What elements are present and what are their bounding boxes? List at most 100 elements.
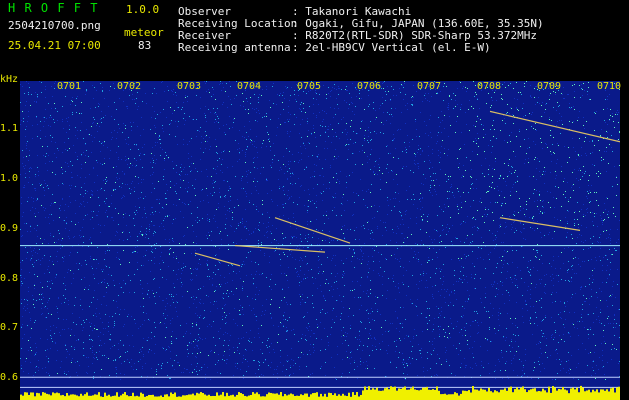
noise-pixel bbox=[219, 248, 220, 249]
noise-pixel bbox=[447, 191, 448, 192]
noise-pixel bbox=[145, 213, 146, 214]
noise-pixel bbox=[83, 342, 84, 343]
noise-pixel bbox=[304, 274, 305, 275]
noise-pixel bbox=[375, 346, 376, 347]
noise-pixel bbox=[277, 94, 278, 95]
noise-pixel bbox=[380, 220, 381, 221]
noise-pixel bbox=[186, 323, 187, 324]
noise-pixel bbox=[475, 363, 476, 364]
noise-pixel bbox=[558, 106, 559, 107]
noise-pixel bbox=[528, 162, 529, 163]
noise-pixel bbox=[129, 362, 130, 363]
noise-pixel bbox=[172, 161, 173, 162]
noise-pixel bbox=[114, 189, 115, 190]
noise-pixel bbox=[588, 338, 589, 339]
noise-pixel bbox=[461, 266, 462, 267]
noise-pixel bbox=[569, 312, 570, 313]
noise-pixel bbox=[344, 225, 345, 226]
noise-pixel bbox=[602, 360, 603, 361]
noise-pixel bbox=[306, 327, 307, 328]
noise-pixel bbox=[52, 96, 53, 97]
noise-pixel bbox=[48, 373, 49, 374]
noise-pixel bbox=[149, 231, 150, 232]
noise-pixel bbox=[132, 165, 133, 166]
noise-pixel bbox=[265, 359, 266, 360]
noise-pixel bbox=[146, 217, 147, 218]
noise-pixel bbox=[204, 81, 205, 82]
noise-pixel bbox=[162, 207, 163, 208]
noise-pixel bbox=[316, 338, 317, 339]
noise-pixel bbox=[210, 146, 211, 147]
noise-pixel bbox=[433, 173, 434, 174]
noise-pixel bbox=[157, 114, 158, 115]
noise-pixel bbox=[242, 362, 243, 363]
noise-pixel bbox=[336, 379, 337, 380]
noise-pixel bbox=[197, 345, 198, 346]
noise-pixel bbox=[99, 141, 100, 142]
noise-pixel bbox=[134, 187, 135, 188]
noise-pixel bbox=[243, 261, 244, 262]
noise-pixel bbox=[154, 231, 155, 232]
noise-pixel bbox=[205, 131, 206, 132]
noise-pixel bbox=[475, 138, 476, 139]
noise-pixel bbox=[382, 173, 383, 174]
noise-pixel bbox=[542, 320, 543, 321]
noise-pixel bbox=[418, 288, 419, 289]
noise-pixel bbox=[433, 350, 434, 351]
noise-pixel bbox=[368, 296, 369, 297]
noise-pixel bbox=[295, 363, 296, 364]
noise-pixel bbox=[301, 153, 302, 154]
noise-pixel bbox=[193, 341, 194, 342]
noise-pixel bbox=[161, 368, 162, 369]
noise-pixel bbox=[461, 202, 462, 203]
noise-pixel bbox=[241, 266, 242, 267]
noise-pixel bbox=[360, 128, 361, 129]
noise-pixel bbox=[362, 256, 363, 257]
noise-pixel bbox=[173, 283, 174, 284]
noise-pixel bbox=[234, 352, 235, 353]
noise-pixel bbox=[266, 86, 267, 87]
noise-pixel bbox=[537, 325, 538, 326]
noise-pixel bbox=[170, 181, 171, 182]
noise-pixel bbox=[193, 303, 194, 304]
noise-pixel bbox=[30, 231, 31, 232]
noise-pixel bbox=[29, 150, 30, 151]
noise-pixel bbox=[129, 188, 130, 189]
noise-pixel bbox=[287, 179, 288, 180]
noise-pixel bbox=[50, 256, 51, 257]
noise-pixel bbox=[556, 292, 557, 293]
noise-pixel bbox=[241, 188, 242, 189]
noise-pixel bbox=[254, 337, 255, 338]
noise-pixel bbox=[506, 278, 507, 279]
noise-pixel bbox=[308, 323, 309, 324]
noise-pixel bbox=[379, 170, 380, 171]
noise-pixel bbox=[472, 251, 473, 252]
noise-pixel bbox=[211, 240, 212, 241]
noise-pixel bbox=[603, 109, 604, 110]
noise-pixel bbox=[325, 126, 326, 127]
noise-pixel bbox=[439, 336, 440, 337]
noise-pixel bbox=[535, 312, 536, 313]
noise-pixel bbox=[359, 339, 360, 340]
noise-pixel bbox=[271, 274, 272, 275]
noise-pixel bbox=[309, 244, 310, 245]
noise-pixel bbox=[69, 185, 70, 186]
noise-pixel bbox=[599, 322, 600, 323]
noise-pixel bbox=[473, 125, 474, 126]
noise-pixel bbox=[248, 366, 249, 367]
noise-pixel bbox=[303, 142, 304, 143]
noise-pixel bbox=[35, 353, 36, 354]
noise-pixel bbox=[32, 255, 33, 256]
noise-pixel bbox=[491, 152, 492, 153]
noise-pixel bbox=[483, 259, 484, 260]
noise-pixel bbox=[530, 323, 531, 324]
noise-pixel bbox=[227, 282, 228, 283]
noise-pixel bbox=[61, 361, 62, 362]
noise-pixel bbox=[558, 145, 559, 146]
noise-pixel bbox=[421, 313, 422, 314]
noise-pixel bbox=[173, 89, 174, 90]
noise-pixel bbox=[501, 203, 502, 204]
noise-pixel bbox=[601, 220, 602, 221]
noise-pixel bbox=[151, 368, 152, 369]
noise-pixel bbox=[214, 301, 215, 302]
